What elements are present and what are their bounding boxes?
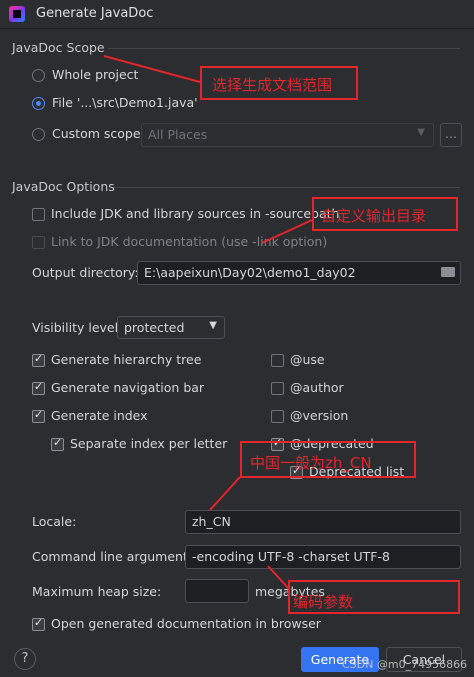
locale-arrow (209, 476, 241, 511)
scope-annotation: 选择生成文档范围 (212, 76, 333, 94)
scope-arrow (103, 55, 201, 83)
cmd-arrow (267, 565, 291, 591)
csdn-watermark: CSDN @m0_74956866 (342, 658, 468, 671)
annotation-arrows (103, 55, 313, 591)
cmd-annotation: 编码参数 (293, 593, 354, 611)
output-arrow (261, 219, 313, 244)
locale-annotation: 中国一般为zh_CN (250, 454, 372, 472)
output-annotation: 自定义输出目录 (321, 207, 427, 225)
